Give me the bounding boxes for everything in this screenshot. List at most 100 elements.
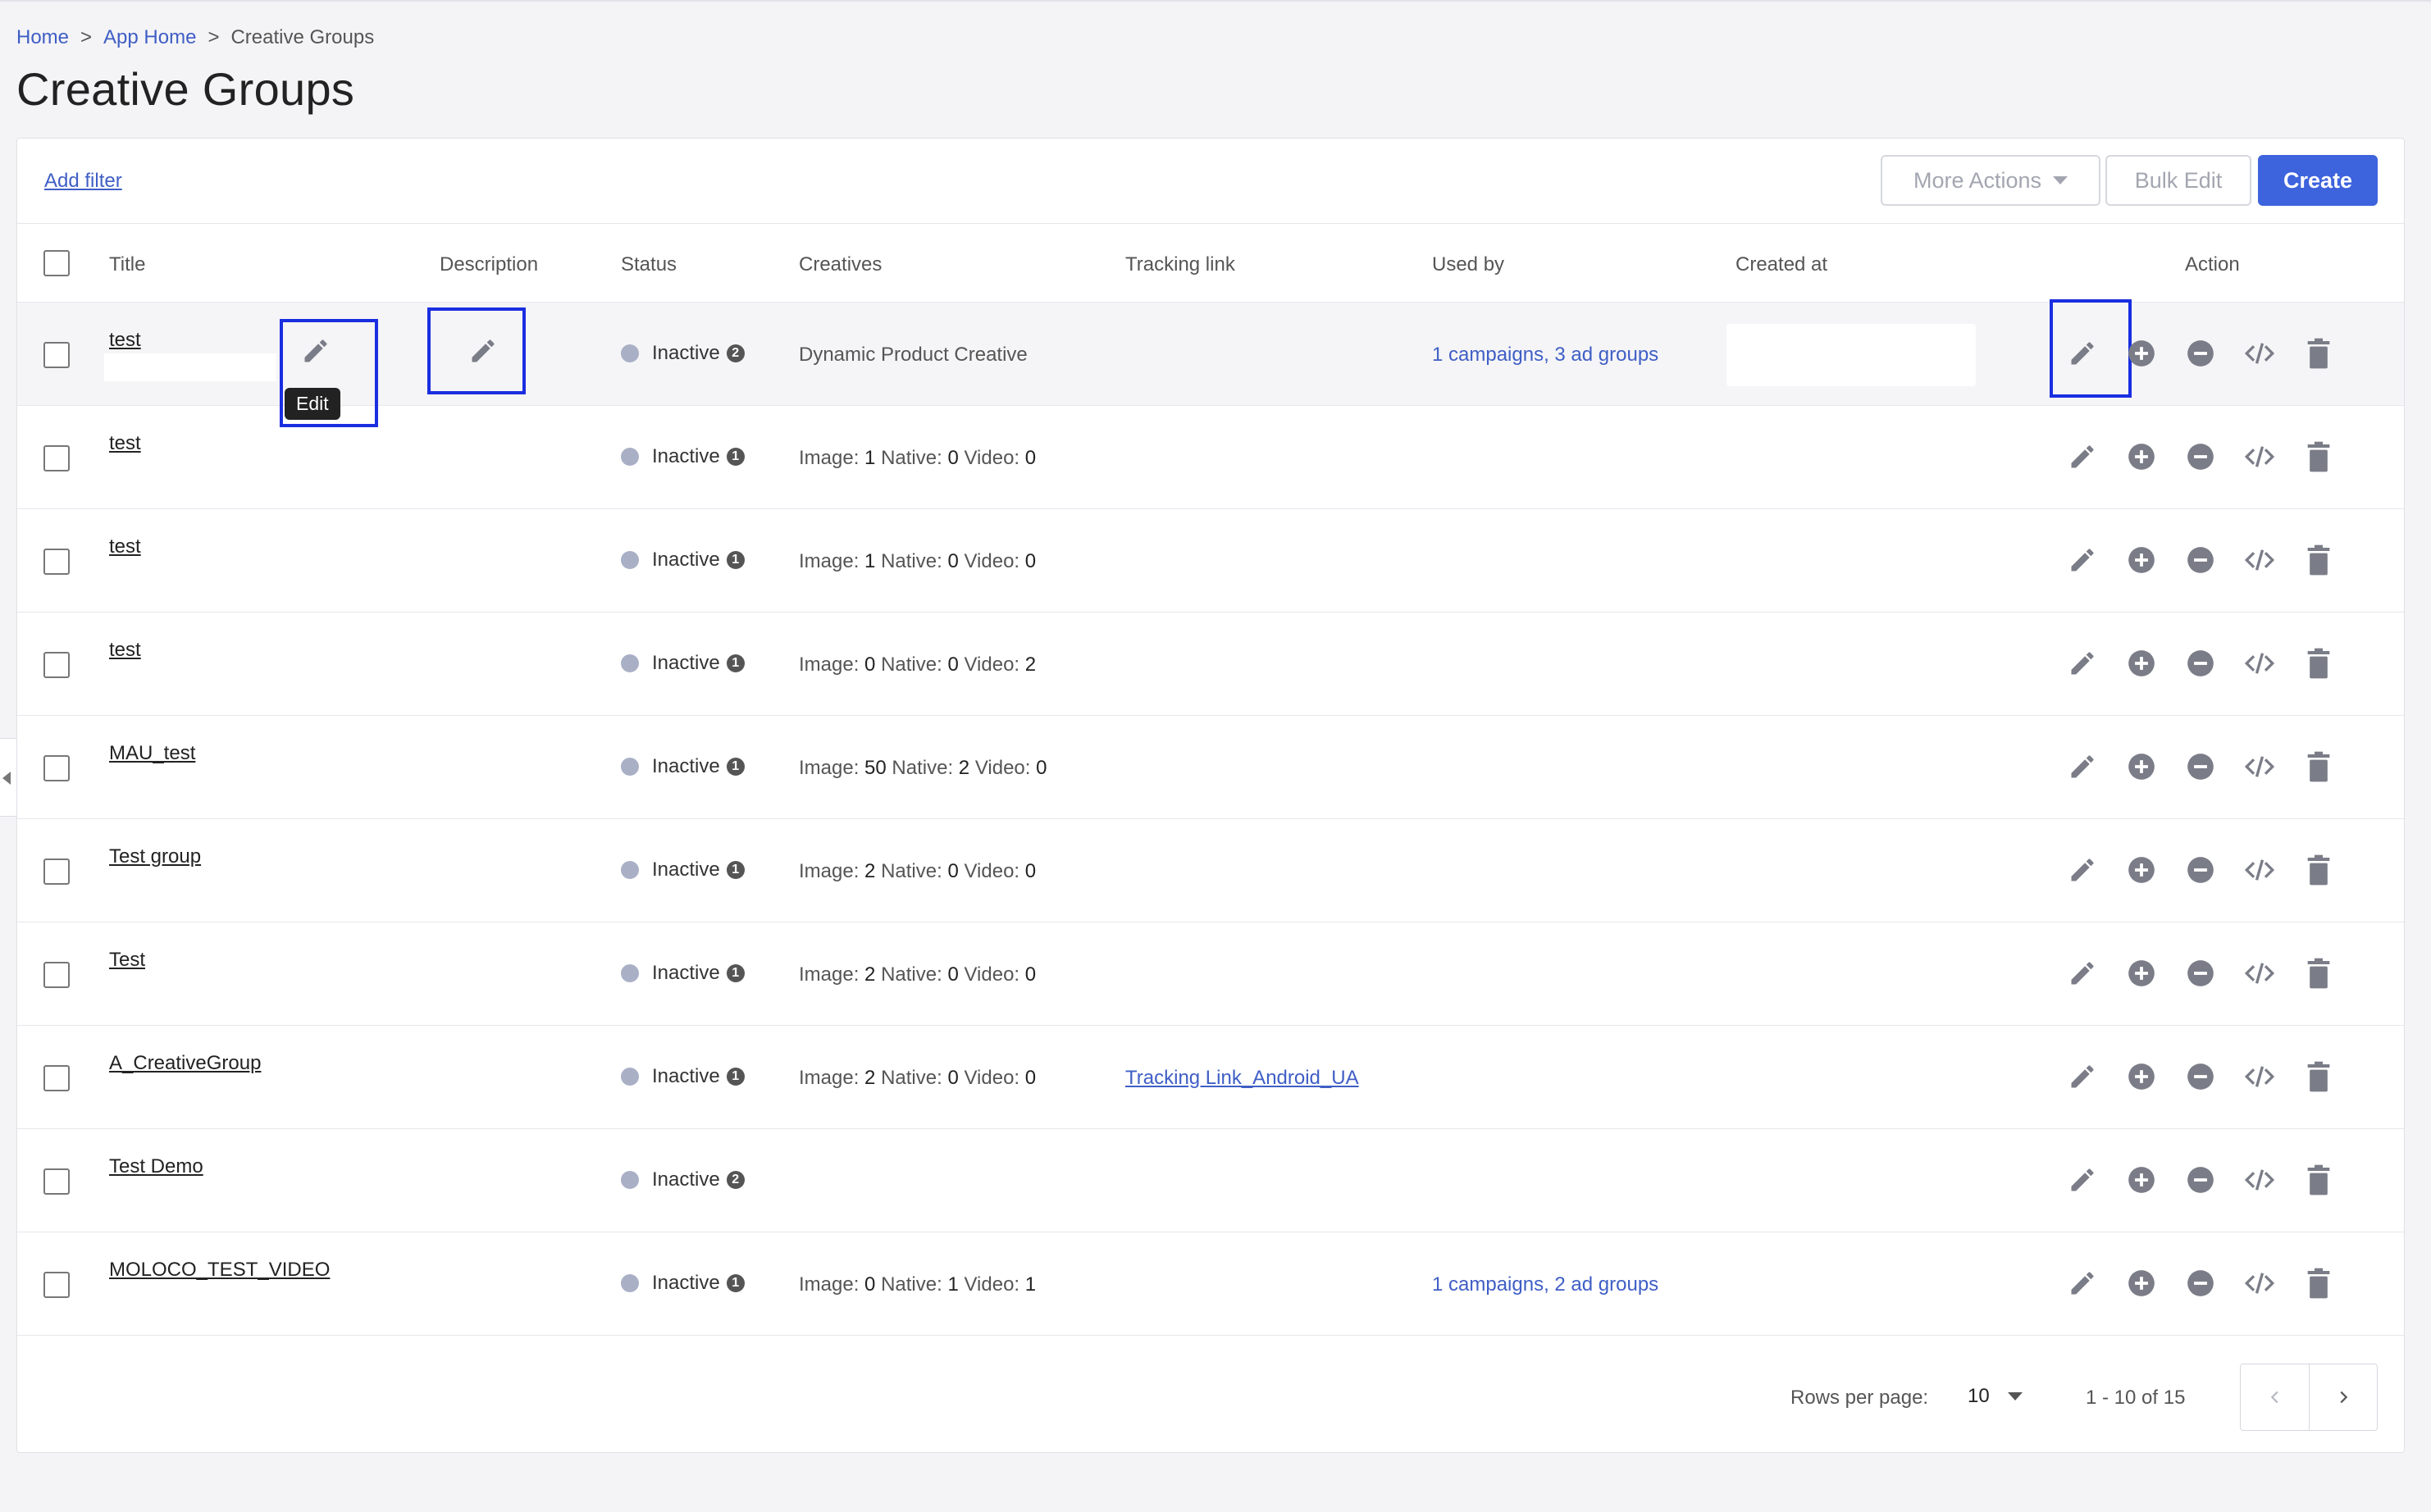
row-checkbox[interactable] (43, 962, 70, 988)
row-checkbox[interactable] (43, 858, 70, 885)
create-button[interactable]: Create (2258, 155, 2378, 206)
row-title-link[interactable]: test (109, 329, 141, 352)
remove-creative-button[interactable] (2179, 1055, 2222, 1098)
row-checkbox[interactable] (43, 1272, 70, 1298)
table-row[interactable]: Test Demo Inactive 2 (17, 1129, 2404, 1232)
row-checkbox[interactable] (43, 1168, 70, 1195)
embed-code-button[interactable] (2238, 745, 2281, 788)
table-row[interactable]: Test Inactive 1 Image: 2 Native: 0 Video: 0 (17, 922, 2404, 1026)
status-count-badge[interactable]: 2 (726, 344, 745, 362)
edit-button[interactable] (2061, 1055, 2104, 1098)
row-title-link[interactable]: test (109, 432, 141, 455)
row-checkbox[interactable] (43, 549, 70, 575)
next-page-button[interactable] (2309, 1364, 2377, 1430)
remove-creative-button[interactable] (2179, 539, 2222, 581)
table-row[interactable]: MOLOCO_TEST_VIDEO Inactive 1 Image: 0 Nativ… (17, 1232, 2404, 1336)
edit-button[interactable] (2061, 745, 2104, 788)
status-count-badge[interactable]: 1 (726, 758, 745, 776)
remove-creative-button[interactable] (2179, 1262, 2222, 1305)
edit-button[interactable] (2061, 435, 2104, 478)
edit-button[interactable] (2061, 849, 2104, 891)
edit-button[interactable] (2061, 642, 2104, 685)
row-title-link[interactable]: A_CreativeGroup (109, 1052, 261, 1075)
embed-code-button[interactable] (2238, 539, 2281, 581)
add-creative-button[interactable] (2120, 435, 2163, 478)
table-row[interactable]: test Inactive 1 Image: 0 Native: 0 Video: 2 (17, 613, 2404, 716)
embed-code-button[interactable] (2238, 332, 2281, 375)
delete-button[interactable] (2297, 745, 2340, 788)
used-by-link[interactable]: 1 campaigns, 3 ad groups (1432, 344, 1658, 367)
embed-code-button[interactable] (2238, 952, 2281, 995)
row-checkbox[interactable] (43, 1065, 70, 1091)
table-row[interactable]: A_CreativeGroup Inactive 1 Image: 2 Native:… (17, 1026, 2404, 1129)
select-all-checkbox[interactable] (43, 250, 70, 276)
table-row[interactable]: Test group Inactive 1 Image: 2 Native: 0 Vi… (17, 819, 2404, 922)
remove-creative-button[interactable] (2179, 332, 2222, 375)
row-title-link[interactable]: MOLOCO_TEST_VIDEO (109, 1259, 330, 1282)
remove-creative-button[interactable] (2179, 435, 2222, 478)
row-checkbox[interactable] (43, 445, 70, 471)
add-filter-link[interactable]: Add filter (44, 170, 122, 193)
delete-button[interactable] (2297, 642, 2340, 685)
status-count-badge[interactable]: 1 (726, 1068, 745, 1086)
row-title-link[interactable]: test (109, 639, 141, 662)
embed-code-button[interactable] (2238, 1262, 2281, 1305)
embed-code-button[interactable] (2238, 642, 2281, 685)
tracking-link[interactable]: Tracking Link_Android_UA (1125, 1067, 1359, 1090)
add-creative-button[interactable] (2120, 849, 2163, 891)
status-count-badge[interactable]: 1 (726, 654, 745, 672)
edit-button[interactable] (2061, 332, 2104, 375)
row-title-link[interactable]: test (109, 535, 141, 558)
header-status[interactable]: Status (621, 253, 677, 276)
remove-creative-button[interactable] (2179, 642, 2222, 685)
delete-button[interactable] (2297, 1159, 2340, 1201)
table-row[interactable]: test Inactive 1 Image: 1 Native: 0 Video: 0 (17, 406, 2404, 509)
table-row[interactable]: test Inactive 1 Image: 1 Native: 0 Video: 0 (17, 509, 2404, 613)
header-title[interactable]: Title (109, 253, 145, 276)
status-count-badge[interactable]: 1 (726, 861, 745, 879)
add-creative-button[interactable] (2120, 1159, 2163, 1201)
add-creative-button[interactable] (2120, 332, 2163, 375)
delete-button[interactable] (2297, 1055, 2340, 1098)
embed-code-button[interactable] (2238, 1055, 2281, 1098)
status-count-badge[interactable]: 1 (726, 448, 745, 466)
remove-creative-button[interactable] (2179, 952, 2222, 995)
row-title-link[interactable]: Test Demo (109, 1155, 203, 1178)
delete-button[interactable] (2297, 435, 2340, 478)
remove-creative-button[interactable] (2179, 849, 2222, 891)
add-creative-button[interactable] (2120, 1055, 2163, 1098)
table-row[interactable]: MAU_test Inactive 1 Image: 50 Native: 2 Vid… (17, 716, 2404, 819)
breadcrumb-home[interactable]: Home (16, 26, 69, 49)
remove-creative-button[interactable] (2179, 745, 2222, 788)
header-created-at[interactable]: Created at (1735, 253, 1827, 276)
row-checkbox[interactable] (43, 342, 70, 368)
status-count-badge[interactable]: 2 (726, 1171, 745, 1189)
row-checkbox[interactable] (43, 652, 70, 678)
row-title-link[interactable]: Test (109, 949, 145, 972)
add-creative-button[interactable] (2120, 952, 2163, 995)
delete-button[interactable] (2297, 849, 2340, 891)
rows-per-page-select[interactable]: 10 (1968, 1380, 2023, 1413)
embed-code-button[interactable] (2238, 1159, 2281, 1201)
add-creative-button[interactable] (2120, 539, 2163, 581)
bulk-edit-button[interactable]: Bulk Edit (2105, 155, 2251, 206)
delete-button[interactable] (2297, 332, 2340, 375)
row-title-link[interactable]: MAU_test (109, 742, 195, 765)
delete-button[interactable] (2297, 539, 2340, 581)
status-count-badge[interactable]: 1 (726, 1274, 745, 1292)
embed-code-button[interactable] (2238, 435, 2281, 478)
used-by-link[interactable]: 1 campaigns, 2 ad groups (1432, 1273, 1658, 1296)
remove-creative-button[interactable] (2179, 1159, 2222, 1201)
prev-page-button[interactable] (2241, 1364, 2309, 1430)
breadcrumb-app-home[interactable]: App Home (103, 26, 196, 49)
edit-button[interactable] (2061, 1262, 2104, 1305)
delete-button[interactable] (2297, 1262, 2340, 1305)
embed-code-button[interactable] (2238, 849, 2281, 891)
edit-button[interactable] (2061, 539, 2104, 581)
add-creative-button[interactable] (2120, 745, 2163, 788)
status-count-badge[interactable]: 1 (726, 964, 745, 982)
status-count-badge[interactable]: 1 (726, 551, 745, 569)
add-creative-button[interactable] (2120, 642, 2163, 685)
more-actions-button[interactable]: More Actions (1881, 155, 2100, 206)
row-checkbox[interactable] (43, 755, 70, 781)
